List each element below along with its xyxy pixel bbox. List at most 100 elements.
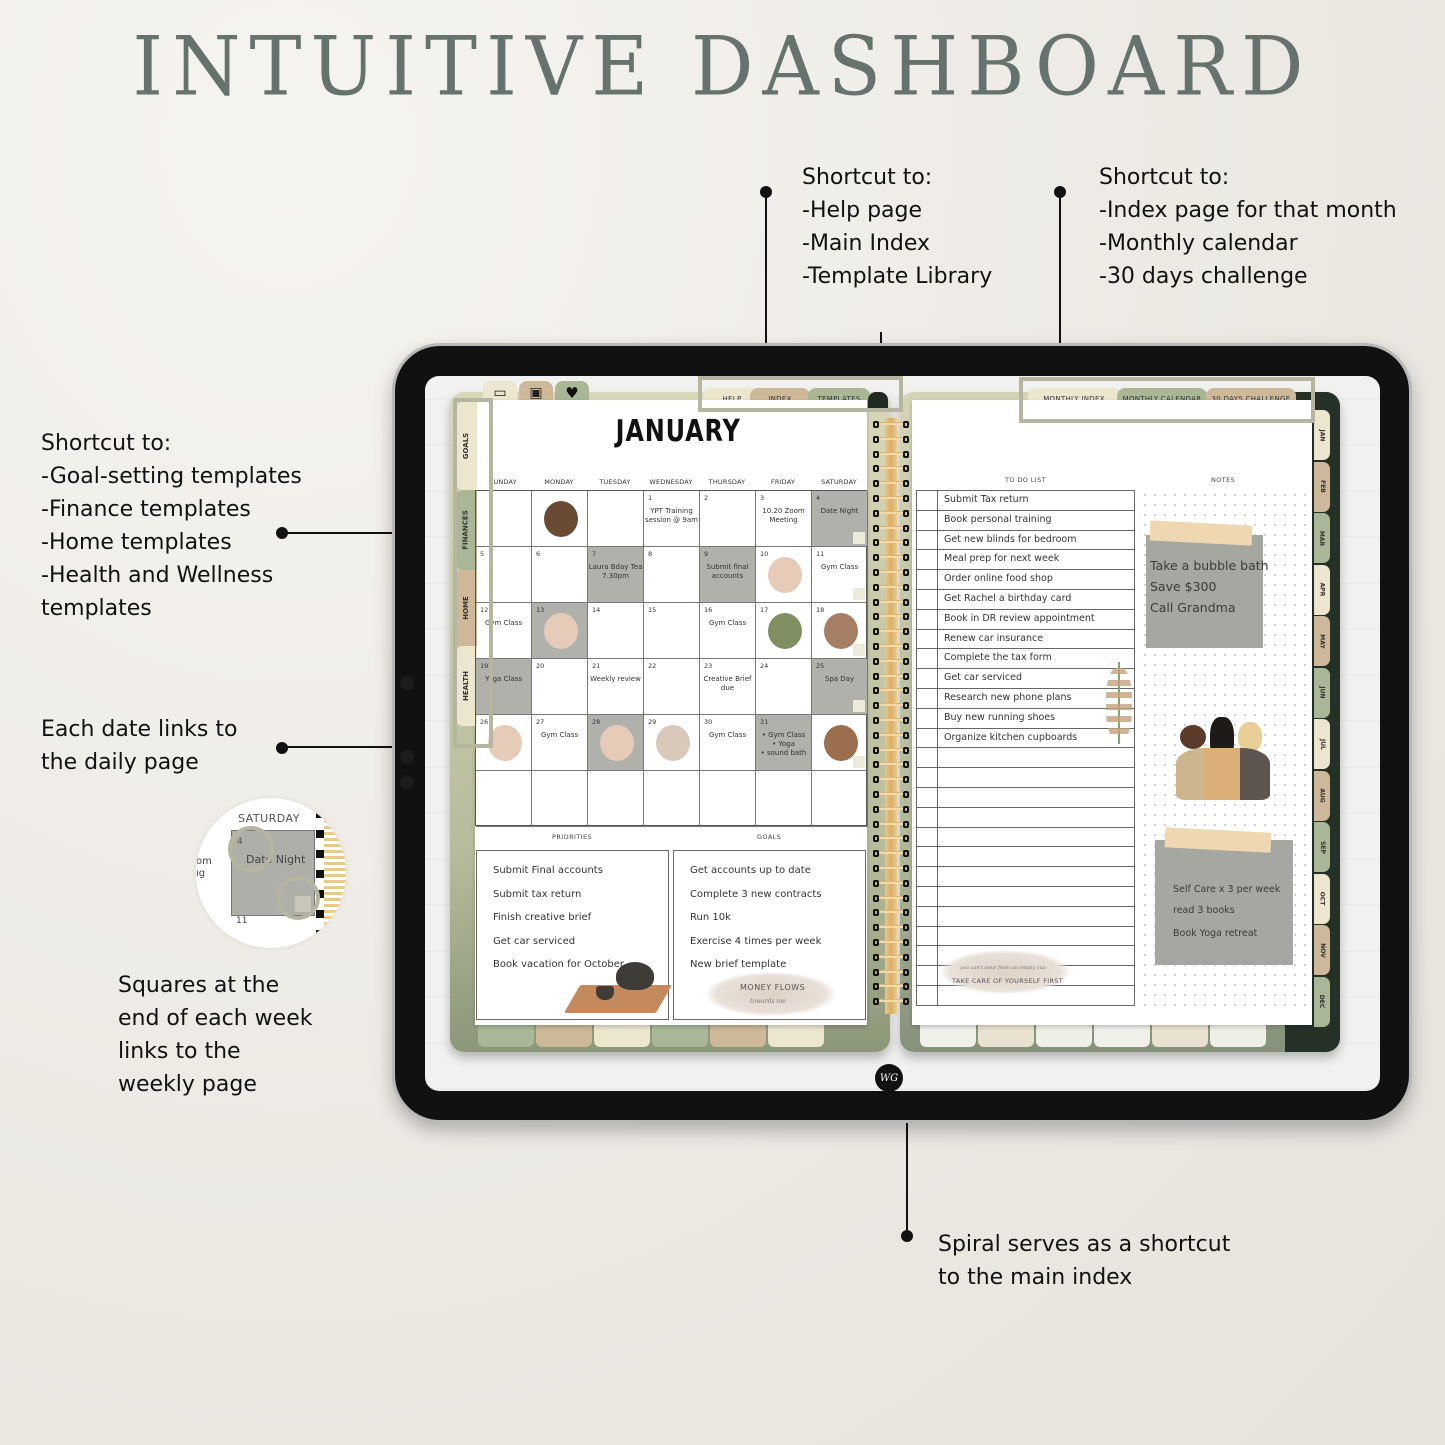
spiral-ring[interactable] [873, 894, 909, 902]
weekly-link-square[interactable] [853, 700, 865, 712]
spiral-ring[interactable] [873, 583, 909, 591]
todo-row[interactable]: Research new phone plans [917, 689, 1134, 709]
weekly-link-square[interactable] [853, 532, 865, 544]
month-tab-nov[interactable]: NOV [1314, 925, 1330, 975]
calendar-day-cell[interactable]: 6 [532, 547, 588, 603]
calendar-day-cell[interactable] [588, 771, 644, 827]
calendar-day-cell[interactable]: 1 YPT Training session @ 9am [644, 491, 700, 547]
calendar-day-cell[interactable]: 27 Gym Class [532, 715, 588, 771]
spiral-ring[interactable] [873, 553, 909, 562]
month-tab-jul[interactable]: JUL [1314, 719, 1330, 769]
spiral-ring[interactable] [873, 982, 909, 991]
spiral-ring[interactable] [873, 908, 909, 917]
todo-row[interactable]: Buy new running shoes [917, 709, 1134, 729]
calendar-day-cell[interactable] [532, 491, 588, 547]
todo-row[interactable] [917, 887, 1134, 907]
spiral-ring[interactable] [873, 775, 909, 784]
bottom-tab[interactable] [594, 1025, 650, 1047]
calendar-day-cell[interactable] [812, 771, 868, 827]
todo-row[interactable] [917, 907, 1134, 927]
todo-row[interactable]: Submit Tax return [917, 491, 1134, 511]
sticky-note-1[interactable]: Take a bubble bath Save $300 Call Grandm… [1146, 535, 1269, 648]
spiral-ring[interactable] [873, 849, 909, 858]
month-tab-dec[interactable]: DEC [1314, 976, 1330, 1027]
todo-row[interactable]: Meal prep for next week [917, 550, 1134, 571]
todo-row[interactable] [917, 927, 1134, 947]
month-tab-may[interactable]: MAY [1314, 616, 1330, 666]
todo-row[interactable]: Get car serviced [917, 669, 1134, 689]
bottom-tab[interactable] [478, 1025, 534, 1047]
bottom-tab[interactable] [1094, 1025, 1150, 1047]
todo-row[interactable] [917, 768, 1134, 788]
calendar-day-cell[interactable]: 17 [756, 603, 812, 659]
bottom-tab[interactable] [978, 1025, 1034, 1047]
bottom-tab[interactable] [1210, 1025, 1266, 1047]
calendar-day-cell[interactable]: 20 [532, 659, 588, 715]
bottom-tab[interactable] [652, 1025, 708, 1047]
calendar-day-cell[interactable]: 23 Creative Brief due [700, 659, 756, 715]
calendar-day-cell[interactable] [532, 771, 588, 827]
calendar-day-cell[interactable]: 30 Gym Class [700, 715, 756, 771]
spiral-ring[interactable] [873, 701, 909, 710]
month-tab-apr[interactable]: APR [1314, 564, 1330, 615]
calendar-day-cell[interactable] [812, 715, 868, 771]
spiral-ring[interactable] [873, 538, 909, 547]
todo-row[interactable] [917, 867, 1134, 887]
month-tab-sep[interactable]: SEP [1314, 822, 1330, 872]
spiral-binding[interactable] [871, 418, 911, 1014]
todo-row[interactable]: Organize kitchen cupboards [917, 729, 1134, 749]
spiral-ring[interactable] [873, 464, 909, 473]
spiral-ring[interactable] [873, 672, 909, 680]
spiral-ring[interactable] [873, 997, 909, 1006]
spiral-ring[interactable] [873, 686, 909, 695]
todo-row[interactable] [917, 808, 1134, 828]
bottom-tab[interactable] [536, 1025, 592, 1047]
bottom-tab[interactable] [710, 1025, 766, 1047]
spiral-ring[interactable] [873, 627, 909, 636]
todo-row[interactable]: Book in DR review appointment [917, 610, 1134, 630]
spiral-ring[interactable] [873, 612, 909, 621]
bottom-tab[interactable] [1036, 1025, 1092, 1047]
spiral-ring[interactable] [873, 657, 909, 665]
calendar-day-cell[interactable]: 13 [532, 603, 588, 659]
todo-row[interactable]: Complete the tax form [917, 649, 1134, 670]
spiral-ring[interactable] [873, 479, 909, 488]
calendar-day-cell[interactable]: 22 [644, 659, 700, 715]
calendar-day-cell[interactable]: 9 Submit final accounts [700, 547, 756, 603]
todo-row[interactable] [917, 788, 1134, 808]
spiral-ring[interactable] [873, 879, 909, 887]
todo-row[interactable] [917, 828, 1134, 848]
spiral-ring[interactable] [873, 716, 909, 724]
calendar-day-cell[interactable] [476, 771, 532, 827]
month-tab-aug[interactable]: AUG [1314, 770, 1330, 821]
spiral-ring[interactable] [873, 968, 909, 976]
todo-row[interactable] [917, 748, 1134, 769]
spiral-ring[interactable] [873, 938, 909, 946]
bottom-tab[interactable] [920, 1025, 976, 1047]
spiral-ring[interactable] [873, 731, 909, 739]
calendar-day-cell[interactable]: 18 [812, 603, 868, 659]
bottom-tab[interactable] [768, 1025, 824, 1047]
month-tab-jan[interactable]: JAN [1314, 410, 1330, 460]
month-tab-jun[interactable]: JUN [1314, 667, 1330, 718]
spiral-ring[interactable] [873, 834, 909, 843]
month-tab-oct[interactable]: OCT [1314, 873, 1330, 924]
calendar-day-cell[interactable] [644, 771, 700, 827]
sticky-note-2[interactable]: Self Care x 3 per week read 3 books Book… [1155, 840, 1293, 965]
spiral-ring[interactable] [873, 524, 909, 532]
spiral-ring[interactable] [873, 864, 909, 872]
calendar-day-cell[interactable]: 3 10.20 Zoom Meeting [756, 491, 812, 547]
spiral-ring[interactable] [873, 598, 909, 606]
weekly-link-square[interactable] [853, 588, 865, 600]
calendar-day-cell[interactable]: 2 [700, 491, 756, 547]
calendar-day-cell[interactable]: 4 Date Night [812, 491, 868, 547]
month-tab-feb[interactable]: FEB [1314, 461, 1330, 512]
bottom-tab[interactable] [1152, 1025, 1208, 1047]
todo-row[interactable] [917, 847, 1134, 868]
calendar-day-cell[interactable]: 14 [588, 603, 644, 659]
spiral-ring[interactable] [873, 420, 909, 428]
spiral-ring[interactable] [873, 760, 909, 769]
calendar-day-cell[interactable]: 25 Spa Day [812, 659, 868, 715]
calendar-day-cell[interactable] [756, 771, 812, 827]
calendar-day-cell[interactable]: 11 Gym Class [812, 547, 868, 603]
